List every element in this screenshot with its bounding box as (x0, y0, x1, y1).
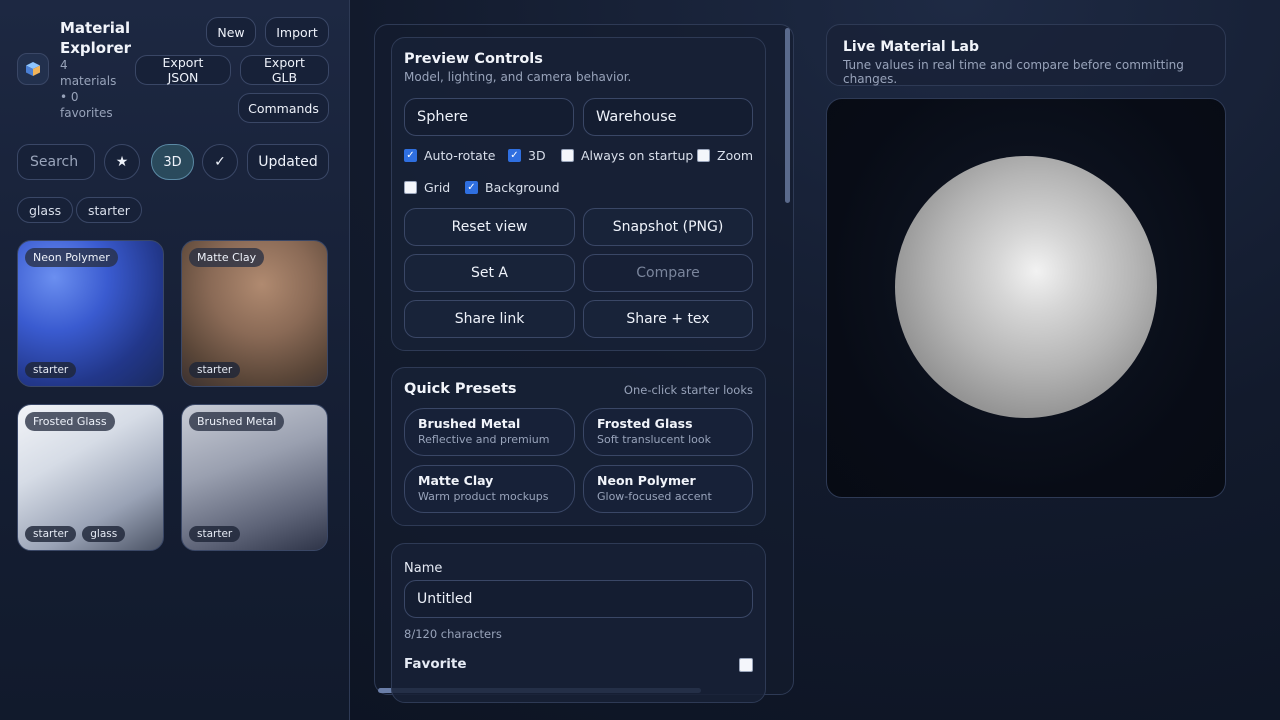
unchecked-box-icon (404, 181, 417, 194)
vertical-scrollbar[interactable] (785, 28, 790, 203)
snapshot-png-button[interactable]: Snapshot (PNG) (583, 208, 753, 246)
new-button[interactable]: New (206, 17, 256, 47)
name-input[interactable] (404, 580, 753, 618)
favorite-checkbox[interactable] (739, 658, 753, 672)
material-card-frosted-glass[interactable]: Frosted Glass starter glass (17, 404, 164, 551)
filter-3d-toggle[interactable]: 3D (151, 144, 194, 180)
material-card-brushed-metal[interactable]: Brushed Metal starter (181, 404, 328, 551)
import-button[interactable]: Import (265, 17, 329, 47)
card-title: Frosted Glass (25, 412, 115, 431)
card-tag: starter (25, 362, 77, 378)
sort-updated-button[interactable]: Updated (247, 144, 329, 180)
card-title: Matte Clay (189, 248, 265, 267)
three-d-checkbox[interactable]: ✓ 3D (508, 148, 546, 163)
checked-icon: ✓ (465, 181, 478, 194)
quick-presets-title: Quick Presets (404, 381, 517, 397)
material-preview-sphere (895, 156, 1157, 418)
card-tag: starter (189, 526, 241, 542)
live-lab-header: Live Material Lab Tune values in real ti… (826, 24, 1226, 86)
share-link-button[interactable]: Share link (404, 300, 575, 338)
card-tag: starter (25, 526, 77, 542)
auto-rotate-checkbox[interactable]: ✓ Auto-rotate (404, 148, 495, 163)
search-input[interactable] (17, 144, 95, 180)
tag-chip-starter[interactable]: starter (76, 197, 142, 223)
environment-select[interactable]: Warehouse (583, 98, 753, 136)
share-tex-button[interactable]: Share + tex (583, 300, 753, 338)
checked-icon: ✓ (404, 149, 417, 162)
unchecked-box-icon (561, 149, 574, 162)
name-label: Name (404, 561, 443, 576)
quick-presets-hint: One-click starter looks (623, 383, 753, 397)
check-filter-icon[interactable]: ✓ (202, 144, 238, 180)
cube-logo-icon (17, 53, 49, 85)
reset-view-button[interactable]: Reset view (404, 208, 575, 246)
favorites-filter-star-icon[interactable]: ★ (104, 144, 140, 180)
live-lab-subtitle: Tune values in real time and compare bef… (843, 58, 1184, 86)
preset-neon-polymer[interactable]: Neon Polymer Glow-focused accent (583, 465, 753, 513)
library-stats: 4 materials • 0 favorites (60, 58, 117, 120)
set-a-button[interactable]: Set A (404, 254, 575, 292)
favorite-label: Favorite (404, 656, 467, 672)
preview-controls-title: Preview Controls (404, 51, 543, 67)
app-title: Material Explorer (60, 19, 132, 57)
background-checkbox[interactable]: ✓ Background (465, 180, 560, 195)
export-json-button[interactable]: Export JSON (135, 55, 231, 85)
grid-checkbox[interactable]: Grid (404, 180, 450, 195)
preset-frosted-glass[interactable]: Frosted Glass Soft translucent look (583, 408, 753, 456)
card-title: Neon Polymer (25, 248, 118, 267)
preview-controls-subtitle: Model, lighting, and camera behavior. (404, 70, 632, 84)
material-card-matte-clay[interactable]: Matte Clay starter (181, 240, 328, 387)
model-select[interactable]: Sphere (404, 98, 574, 136)
zoom-checkbox[interactable]: Zoom (697, 148, 753, 163)
card-tag: glass (82, 526, 126, 542)
preset-brushed-metal[interactable]: Brushed Metal Reflective and premium (404, 408, 575, 456)
cube-icon (26, 62, 40, 76)
unchecked-box-icon (697, 149, 710, 162)
character-count: 8/120 characters (404, 627, 502, 641)
card-title: Brushed Metal (189, 412, 285, 431)
3d-preview-viewport[interactable] (826, 98, 1226, 498)
commands-button[interactable]: Commands (238, 93, 329, 123)
checked-icon: ✓ (508, 149, 521, 162)
compare-button[interactable]: Compare (583, 254, 753, 292)
export-glb-button[interactable]: Export GLB (240, 55, 329, 85)
preset-matte-clay[interactable]: Matte Clay Warm product mockups (404, 465, 575, 513)
tag-chip-glass[interactable]: glass (17, 197, 74, 223)
live-lab-title: Live Material Lab (843, 39, 979, 55)
sidebar: Material Explorer 4 materials • 0 favori… (0, 0, 350, 720)
card-tag: starter (189, 362, 241, 378)
material-card-neon-polymer[interactable]: Neon Polymer starter (17, 240, 164, 387)
always-on-startup-checkbox[interactable]: Always on startup (561, 148, 693, 163)
material-details-section (391, 543, 766, 703)
